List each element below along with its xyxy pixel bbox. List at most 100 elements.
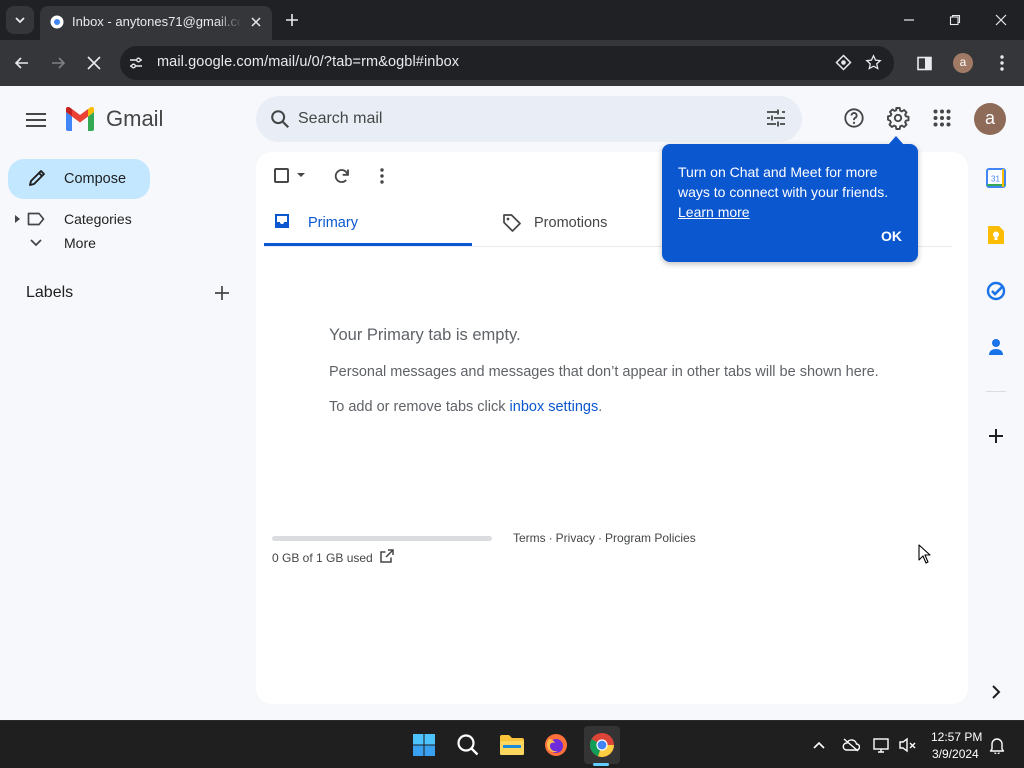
tab-search-button[interactable]	[6, 6, 34, 34]
firefox-button[interactable]	[540, 729, 572, 761]
address-bar[interactable]: mail.google.com/mail/u/0/?tab=rm&ogbl#in…	[120, 46, 894, 80]
close-tab-icon[interactable]	[248, 14, 264, 30]
inbox-icon	[275, 214, 289, 228]
search-icon[interactable]	[269, 108, 291, 130]
chrome-profile-avatar[interactable]: a	[953, 53, 973, 73]
tasks-icon[interactable]	[986, 281, 1006, 301]
restore-window-button[interactable]	[940, 8, 970, 32]
popup-message: Turn on Chat and Meet for more ways to c…	[678, 164, 889, 200]
gmail-wordmark: Gmail	[106, 106, 164, 131]
search-icon	[457, 734, 479, 756]
active-app-indicator	[593, 763, 609, 766]
popup-text: Turn on Chat and Meet for more ways to c…	[678, 162, 910, 222]
compose-label: Compose	[64, 171, 127, 187]
search-options-icon[interactable]	[766, 108, 786, 128]
show-hidden-icons-button[interactable]	[810, 736, 828, 754]
forward-button[interactable]	[47, 52, 69, 74]
taskbar-search-button[interactable]	[452, 729, 484, 761]
chrome-menu-button[interactable]	[991, 52, 1013, 74]
chrome-taskbar-button[interactable]	[586, 729, 618, 761]
volume-tray-button[interactable]	[899, 736, 917, 754]
terms-link[interactable]: Terms	[513, 531, 546, 545]
privacy-link[interactable]: Privacy	[556, 531, 595, 545]
support-button[interactable]	[842, 106, 866, 130]
side-panel-button[interactable]	[913, 52, 935, 74]
more-vert-icon	[1000, 55, 1004, 71]
browser-tab-inbox[interactable]: Inbox - anytones71@gmail.com	[40, 6, 272, 40]
firefox-icon	[545, 734, 567, 756]
tab-primary[interactable]: Primary	[264, 200, 472, 246]
labels-heading: Labels	[26, 284, 74, 301]
chevron-right-icon[interactable]	[986, 682, 1006, 702]
network-icon	[873, 738, 889, 753]
compose-button[interactable]: Compose	[8, 159, 150, 199]
clock-date[interactable]: 3/9/2024	[932, 747, 979, 761]
add-label-icon[interactable]	[212, 283, 232, 303]
restore-icon	[949, 14, 961, 26]
file-explorer-button[interactable]	[496, 729, 528, 761]
minimize-icon	[904, 19, 914, 21]
arrow-right-icon	[52, 57, 66, 69]
popup-ok-button[interactable]: OK	[881, 228, 902, 244]
apps-grid-icon	[933, 109, 951, 127]
speaker-muted-icon	[899, 737, 916, 753]
main-menu-button[interactable]	[20, 106, 52, 134]
inbox-settings-link[interactable]: inbox settings	[510, 399, 599, 415]
storage-usage-bar	[272, 536, 492, 541]
learn-more-link[interactable]: Learn more	[678, 204, 750, 220]
hint-suffix: .	[598, 399, 603, 415]
search-bar	[256, 96, 802, 142]
open-in-new-icon[interactable]	[379, 548, 395, 564]
select-all-checkbox[interactable]	[274, 168, 289, 183]
gmail-logo-icon[interactable]	[64, 107, 96, 131]
browser-tab-title: Inbox - anytones71@gmail.com	[72, 14, 242, 29]
close-icon	[995, 14, 1007, 26]
caret-down-icon[interactable]	[296, 170, 306, 180]
notifications-button[interactable]	[988, 736, 1006, 754]
nav-item-categories[interactable]: Categories	[0, 207, 250, 231]
chat-meet-promo-popup: Turn on Chat and Meet for more ways to c…	[662, 136, 918, 262]
google-lens-icon[interactable]	[835, 54, 852, 71]
browser-tab-strip: Inbox - anytones71@gmail.com	[0, 0, 1024, 40]
onedrive-tray-button[interactable]	[842, 736, 860, 754]
calendar-icon[interactable]: 31	[986, 168, 1006, 188]
clock-time[interactable]: 12:57 PM	[931, 730, 982, 744]
start-button[interactable]	[408, 729, 440, 761]
refresh-icon[interactable]	[332, 166, 352, 186]
empty-state-description: Personal messages and messages that don’…	[329, 364, 879, 380]
gmail-page: Gmail a Compose Categories	[0, 86, 1024, 720]
chevron-down-icon	[15, 17, 25, 24]
new-tab-button[interactable]	[282, 10, 302, 30]
storage-usage-text: 0 GB of 1 GB used	[272, 551, 373, 565]
google-apps-button[interactable]	[930, 106, 954, 130]
site-info-icon[interactable]	[128, 55, 144, 71]
keep-icon[interactable]	[986, 225, 1006, 245]
nav-item-more[interactable]: More	[0, 231, 250, 255]
close-icon	[87, 56, 101, 70]
footer-separator: ·	[598, 531, 603, 545]
more-vert-icon[interactable]	[372, 166, 392, 186]
contacts-icon[interactable]	[986, 337, 1006, 357]
cloud-offline-icon	[842, 738, 860, 752]
stop-loading-button[interactable]	[83, 52, 105, 74]
bell-icon	[989, 737, 1005, 754]
program-policies-link[interactable]: Program Policies	[605, 531, 696, 545]
back-button[interactable]	[11, 52, 33, 74]
windows-taskbar: 12:57 PM 3/9/2024	[0, 720, 1024, 768]
expand-arrow-icon[interactable]	[15, 215, 21, 223]
settings-button[interactable]	[886, 106, 910, 130]
side-panel: 31	[968, 86, 1024, 720]
close-window-button[interactable]	[986, 8, 1016, 32]
nav-item-label: Categories	[64, 211, 132, 227]
footer-links: Terms · Privacy · Program Policies	[513, 531, 696, 545]
bookmark-star-icon[interactable]	[865, 54, 882, 71]
footer-separator: ·	[548, 531, 553, 545]
tab-label: Primary	[308, 215, 358, 231]
minimize-window-button[interactable]	[894, 8, 924, 32]
tag-icon	[503, 214, 521, 232]
search-input[interactable]	[298, 104, 738, 134]
chrome-icon	[590, 733, 614, 757]
network-tray-button[interactable]	[873, 736, 891, 754]
add-addon-icon[interactable]	[986, 426, 1006, 446]
url-text: mail.google.com/mail/u/0/?tab=rm&ogbl#in…	[157, 54, 460, 70]
